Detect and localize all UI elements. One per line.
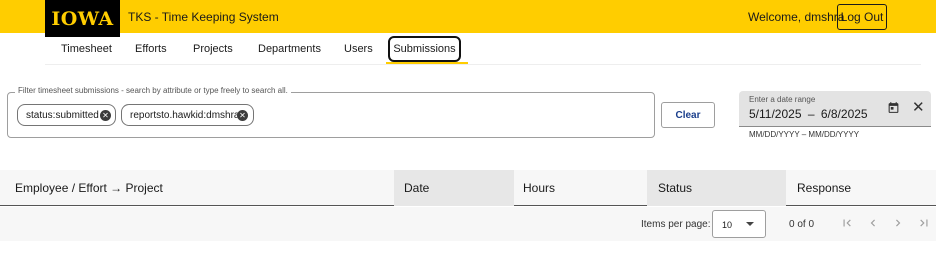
column-header-hours[interactable]: Hours <box>514 170 647 206</box>
date-format-hint: MM/DD/YYYY – MM/DD/YYYY <box>749 130 860 139</box>
items-per-page-label: Items per page: <box>641 219 711 230</box>
chip-label: status:submitted <box>26 109 99 121</box>
tab-departments[interactable]: Departments <box>258 43 321 55</box>
next-page-icon[interactable] <box>891 216 905 230</box>
tab-submissions[interactable]: Submissions <box>388 36 461 62</box>
tab-users[interactable]: Users <box>344 43 373 55</box>
remove-chip-icon[interactable]: ✕ <box>237 110 248 121</box>
filter-chip-reportsto[interactable]: reportsto.hawkid:dmshra ✕ <box>121 104 254 126</box>
items-per-page-value: 10 <box>722 220 733 230</box>
date-end[interactable]: 6/8/2025 <box>821 107 868 121</box>
clear-date-icon[interactable]: ✕ <box>912 100 925 115</box>
iowa-logo[interactable]: IOWA <box>45 0 120 37</box>
first-page-icon[interactable] <box>840 216 854 230</box>
remove-chip-icon[interactable]: ✕ <box>100 110 111 121</box>
column-header-date[interactable]: Date <box>394 170 514 206</box>
tab-efforts[interactable]: Efforts <box>135 43 167 55</box>
date-start[interactable]: 5/11/2025 <box>749 107 802 121</box>
date-separator: – <box>807 107 815 121</box>
date-range-value[interactable]: 5/11/2025 – 6/8/2025 <box>749 107 868 121</box>
dropdown-arrow-icon[interactable] <box>746 222 754 226</box>
tab-timesheet[interactable]: Timesheet <box>61 43 112 55</box>
filter-label: Filter timesheet submissions - search by… <box>15 86 291 95</box>
clear-button[interactable]: Clear <box>661 102 715 128</box>
log-out-button[interactable]: Log Out <box>837 4 887 30</box>
previous-page-icon[interactable] <box>866 216 880 230</box>
logo-text: IOWA <box>51 7 114 30</box>
filter-chip-status[interactable]: status:submitted ✕ <box>17 104 116 126</box>
calendar-icon[interactable] <box>887 101 900 114</box>
items-per-page-select[interactable] <box>712 210 766 238</box>
chip-label: reportsto.hawkid:dmshra <box>130 109 240 121</box>
tab-projects[interactable]: Projects <box>193 43 233 55</box>
last-page-icon[interactable] <box>917 216 931 230</box>
page-range-label: 0 of 0 <box>789 219 815 230</box>
column-header-response[interactable]: Response <box>786 170 936 206</box>
column-header-employee[interactable]: Employee / Effort → Project <box>0 170 394 206</box>
column-header-status[interactable]: Status <box>647 170 786 206</box>
nav-divider <box>45 64 921 65</box>
date-range-label: Enter a date range <box>749 95 816 104</box>
welcome-message: Welcome, dmshra <box>748 10 845 24</box>
app-title: TKS - Time Keeping System <box>128 10 279 24</box>
